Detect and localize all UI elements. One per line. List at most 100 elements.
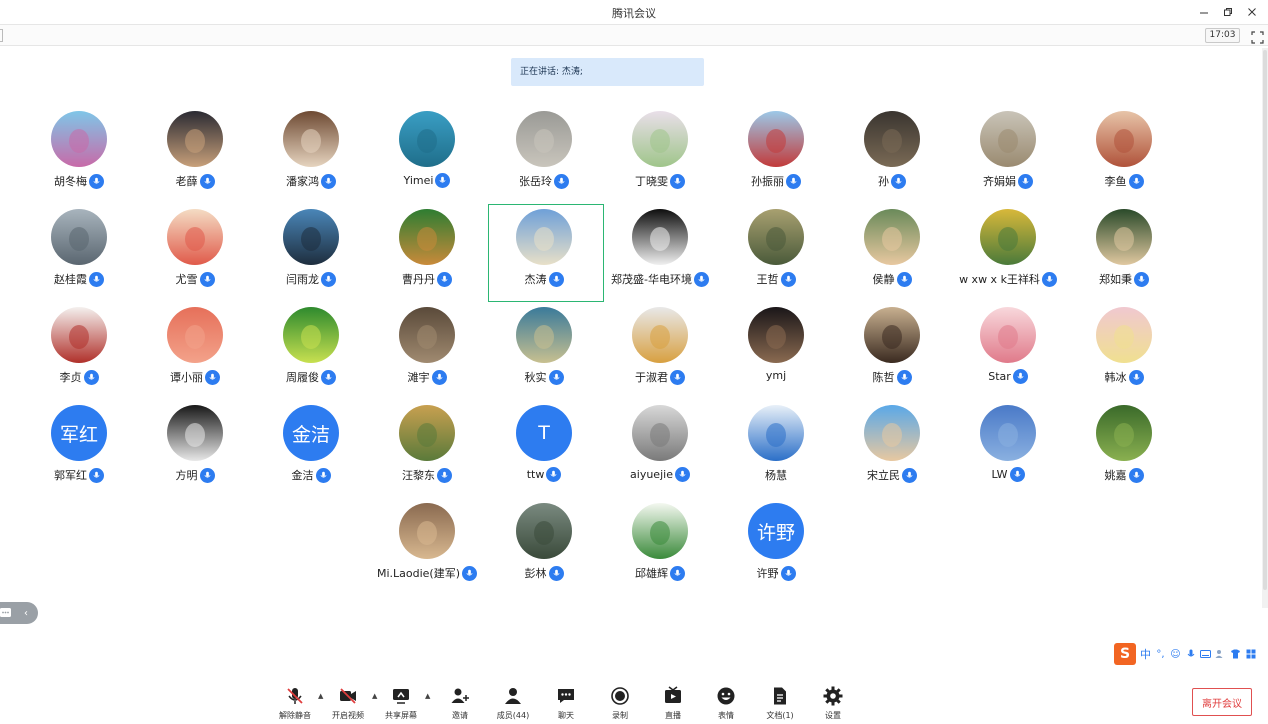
participant-name: 姚嘉 xyxy=(1104,469,1127,482)
avatar xyxy=(399,111,455,167)
participant-tile[interactable]: 侯静 xyxy=(834,209,950,307)
panel-edge xyxy=(0,29,3,42)
participant-tile[interactable]: 陈哲 xyxy=(834,307,950,405)
avatar xyxy=(980,111,1036,167)
participant-tile[interactable]: 李鱼 xyxy=(1066,111,1182,209)
participant-tile[interactable]: Tttw xyxy=(486,405,602,503)
voice-input-icon[interactable] xyxy=(1185,649,1196,660)
ime-mode[interactable]: 中 xyxy=(1140,646,1151,662)
scrollbar-thumb[interactable] xyxy=(1263,50,1267,590)
participant-tile[interactable]: 孙 xyxy=(834,111,950,209)
ime-punct[interactable]: °, xyxy=(1155,649,1166,660)
smiley-icon[interactable]: ☺ xyxy=(1170,649,1181,660)
record-button[interactable]: 录制 xyxy=(595,680,645,724)
participant-tile[interactable]: 曹丹丹 xyxy=(369,209,485,307)
members-button[interactable]: 成员(44) xyxy=(488,680,538,724)
invite-button[interactable]: 邀请 xyxy=(435,680,485,724)
participant-tile[interactable]: 赵桂霞 xyxy=(21,209,137,307)
participant-tile[interactable]: Star xyxy=(950,307,1066,405)
participant-tile[interactable]: 谭小丽 xyxy=(137,307,253,405)
ime-toolbar[interactable]: S 中 °, ☺ xyxy=(1114,643,1268,665)
chat-button[interactable]: 聊天 xyxy=(541,680,591,724)
participant-tile[interactable]: 许野 许野 xyxy=(718,503,834,601)
participant-name-row: ttw xyxy=(486,467,602,482)
mic-status-icon xyxy=(670,369,685,385)
keyboard-icon[interactable] xyxy=(1200,649,1211,660)
participant-tile[interactable]: w xw x k王祥科 xyxy=(950,209,1066,307)
participant-tile[interactable]: 周履俊 xyxy=(253,307,369,405)
participant-name-row: 韩冰 xyxy=(1066,369,1182,385)
unmute-button[interactable]: 解除静音 xyxy=(270,680,320,724)
reactions-button[interactable]: 表情 xyxy=(701,680,751,724)
participant-tile[interactable]: 齐娟娟 xyxy=(950,111,1066,209)
participant-tile[interactable]: 张岳玲 xyxy=(486,111,602,209)
participant-tile[interactable]: 王哲 xyxy=(718,209,834,307)
participant-tile[interactable]: 郑如秉 xyxy=(1066,209,1182,307)
participant-name: 李鱼 xyxy=(1104,175,1127,188)
participant-tile[interactable]: 老薛 xyxy=(137,111,253,209)
participant-tile[interactable]: 尤雪 xyxy=(137,209,253,307)
participant-name-row: aiyuejie xyxy=(602,467,718,482)
start-video-button[interactable]: 开启视频 xyxy=(323,680,373,724)
participant-tile[interactable]: Mi.Laodie(建军) xyxy=(369,503,485,601)
settings-icon xyxy=(822,685,844,707)
user-settings-icon[interactable] xyxy=(1215,649,1226,660)
participant-name: 宋立民 xyxy=(867,469,900,482)
participant-tile[interactable]: LW xyxy=(950,405,1066,503)
participant-name: 老薛 xyxy=(175,175,198,188)
ime-menu-icon[interactable] xyxy=(1245,649,1256,660)
skin-icon[interactable] xyxy=(1230,649,1241,660)
avatar xyxy=(1096,307,1152,363)
participant-tile[interactable]: 滩宇 xyxy=(369,307,485,405)
participant-tile[interactable]: 于淑君 xyxy=(602,307,718,405)
participant-name: Mi.Laodie(建军) xyxy=(376,567,461,580)
participant-tile[interactable]: 姚嘉 xyxy=(1066,405,1182,503)
mic-status-icon xyxy=(205,369,220,385)
avatar xyxy=(167,111,223,167)
settings-button[interactable]: 设置 xyxy=(808,680,858,724)
minimize-icon[interactable] xyxy=(1194,2,1214,22)
participant-tile[interactable]: 彭林 xyxy=(486,503,602,601)
meeting-window: 腾讯会议 17:03 正在讲话: 杰涛; 胡冬梅 老薛 潘家鸿 Yimei 张岳玲 丁晓雯… xyxy=(0,0,1268,724)
participant-tile[interactable]: 金洁 金洁 xyxy=(253,405,369,503)
participant-tile[interactable]: 李贞 xyxy=(21,307,137,405)
participant-tile[interactable]: aiyuejie xyxy=(602,405,718,503)
live-button[interactable]: 直播 xyxy=(648,680,698,724)
close-icon[interactable] xyxy=(1242,2,1262,22)
participant-tile[interactable]: 闫雨龙 xyxy=(253,209,369,307)
live-icon xyxy=(662,685,684,707)
participant-tile[interactable]: 杨慧 xyxy=(718,405,834,503)
restore-icon[interactable] xyxy=(1218,2,1238,22)
participant-name: Star xyxy=(988,370,1011,383)
leave-meeting-button[interactable]: 离开会议 xyxy=(1192,688,1252,716)
documents-button[interactable]: 文档(1) xyxy=(755,680,805,724)
participant-tile[interactable]: 汪黎东 xyxy=(369,405,485,503)
participant-tile[interactable]: 邱雄辉 xyxy=(602,503,718,601)
participant-name: 张岳玲 xyxy=(519,175,552,188)
window-title: 腾讯会议 xyxy=(612,7,656,20)
participant-name: 赵桂霞 xyxy=(54,273,87,286)
participant-name: w xw x k王祥科 xyxy=(959,273,1040,286)
participant-tile[interactable]: 孙振丽 xyxy=(718,111,834,209)
participant-tile[interactable]: 军红 郭军红 xyxy=(21,405,137,503)
participant-tile[interactable]: 郑茂盛-华电环境 xyxy=(602,209,718,307)
mic-status-icon xyxy=(437,467,452,483)
participant-name-row: Yimei xyxy=(369,173,485,188)
participant-tile[interactable]: 方明 xyxy=(137,405,253,503)
participant-tile[interactable]: ymj xyxy=(718,307,834,405)
participant-tile[interactable]: 秋实 xyxy=(486,307,602,405)
participant-tile[interactable]: 潘家鸿 xyxy=(253,111,369,209)
participant-name: 李贞 xyxy=(59,371,82,384)
participant-name: 许野 xyxy=(756,567,779,580)
participant-name-row: Star xyxy=(950,369,1066,384)
share-screen-button[interactable]: 共享屏幕 xyxy=(376,680,426,724)
avatar-initials: 军红 xyxy=(59,423,98,446)
participant-tile[interactable]: Yimei xyxy=(369,111,485,209)
fullscreen-icon[interactable] xyxy=(1251,29,1264,44)
participant-tile[interactable]: 宋立民 xyxy=(834,405,950,503)
participant-tile[interactable]: 胡冬梅 xyxy=(21,111,137,209)
participant-tile[interactable]: 丁晓雯 xyxy=(602,111,718,209)
chat-panel-toggle[interactable]: ‹ xyxy=(0,602,38,624)
participant-tile[interactable]: 韩冰 xyxy=(1066,307,1182,405)
share-options-caret-icon[interactable]: ▲ xyxy=(425,692,433,700)
